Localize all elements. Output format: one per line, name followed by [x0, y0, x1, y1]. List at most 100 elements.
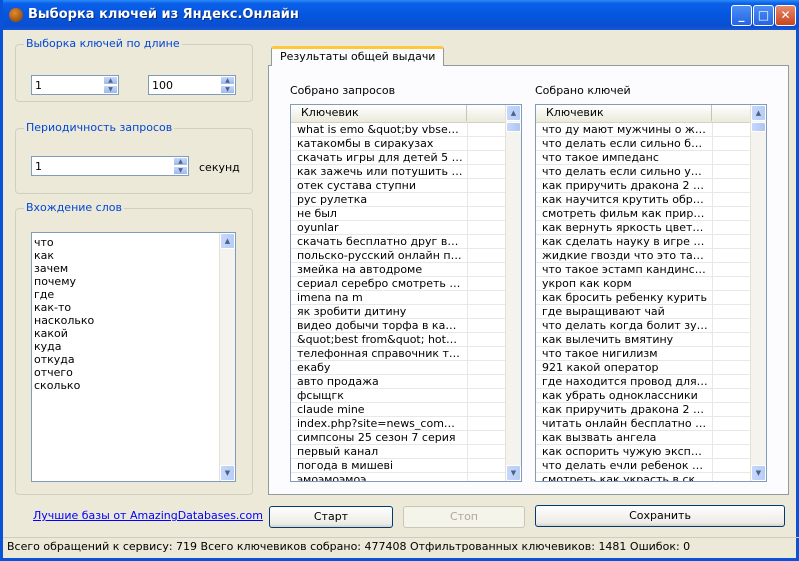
- table-row[interactable]: симпсоны 25 сезон 7 серия: [291, 431, 505, 445]
- table-row[interactable]: что делать если сильно удари...: [536, 165, 750, 179]
- scroll-up-icon[interactable]: ▲: [751, 105, 766, 121]
- table-row[interactable]: читать онлайн бесплатно как ...: [536, 417, 750, 431]
- table-row[interactable]: змейка на автодроме: [291, 263, 505, 277]
- table-row[interactable]: как убрать одноклассники: [536, 389, 750, 403]
- table-row[interactable]: скачать игры для детей 5 лет ...: [291, 151, 505, 165]
- table-row[interactable]: видео добычи торфа в калини...: [291, 319, 505, 333]
- tab-general-results[interactable]: Результаты общей выдачи: [271, 46, 445, 66]
- max-length-spinner[interactable]: 100 ▲ ▼: [148, 75, 236, 95]
- table-row[interactable]: imena na m: [291, 291, 505, 305]
- table-row[interactable]: фсыщгк: [291, 389, 505, 403]
- column-separator: [467, 445, 468, 458]
- table-row[interactable]: как приручить дракона 2 смо...: [536, 403, 750, 417]
- table-row[interactable]: что такое нигилизм: [536, 347, 750, 361]
- spin-up-icon[interactable]: ▲: [103, 76, 118, 85]
- table-row[interactable]: oyunlar: [291, 221, 505, 235]
- table-row[interactable]: телефонная справочник толья...: [291, 347, 505, 361]
- table-cell: что делать когда болит зуб м...: [542, 319, 708, 332]
- table-row[interactable]: смотреть фильм как приручи...: [536, 207, 750, 221]
- table-row[interactable]: &quot;best from&quot; hotaru pop...: [291, 333, 505, 347]
- stop-button[interactable]: Стоп: [403, 506, 525, 528]
- start-button[interactable]: Старт: [269, 506, 393, 528]
- table-row[interactable]: как бросить ребенку курить: [536, 291, 750, 305]
- table-row[interactable]: эмоэмоэмоэ: [291, 473, 505, 481]
- close-button[interactable]: ✕: [775, 5, 796, 26]
- save-button[interactable]: Сохранить: [535, 505, 785, 527]
- queries-scrollbar[interactable]: ▲ ▼: [505, 105, 521, 481]
- table-row[interactable]: катакомбы в сиракузах: [291, 137, 505, 151]
- table-row[interactable]: что ду мают мужчины о женск...: [536, 123, 750, 137]
- spin-down-icon[interactable]: ▼: [220, 85, 235, 94]
- table-cell: как вызвать ангела: [542, 431, 657, 444]
- table-row[interactable]: что делать когда болит зуб м...: [536, 319, 750, 333]
- table-row[interactable]: рус рулетка: [291, 193, 505, 207]
- table-cell: где находится провод для кпк...: [542, 375, 708, 388]
- keys-scrollbar[interactable]: ▲ ▼: [750, 105, 766, 481]
- table-row[interactable]: index.php?site=news_comments...: [291, 417, 505, 431]
- table-cell: что такое нигилизм: [542, 347, 658, 360]
- period-spinner[interactable]: 1 ▲ ▼: [31, 156, 189, 176]
- scroll-down-icon[interactable]: ▼: [506, 465, 521, 481]
- table-row[interactable]: не был: [291, 207, 505, 221]
- keys-grid[interactable]: Ключевик что ду мают мужчины о женск...ч…: [535, 104, 767, 482]
- column-separator: [467, 221, 468, 234]
- table-row[interactable]: как оспорить чужую экспертиз...: [536, 445, 750, 459]
- table-row[interactable]: где находится провод для кпк...: [536, 375, 750, 389]
- scroll-down-icon[interactable]: ▼: [751, 465, 766, 481]
- keys-column-header[interactable]: Ключевик: [536, 105, 712, 121]
- words-textarea[interactable]: что как зачем почему где как-то насколько какой…: [31, 232, 236, 482]
- amazingdatabases-link[interactable]: Лучшие базы от AmazingDatabases.com: [33, 509, 263, 522]
- column-separator: [467, 137, 468, 150]
- table-row[interactable]: claude mine: [291, 403, 505, 417]
- table-row[interactable]: what is emo &quot;by vbseo 3.6....: [291, 123, 505, 137]
- scroll-up-icon[interactable]: ▲: [506, 105, 521, 121]
- scroll-down-icon[interactable]: ▼: [220, 465, 235, 481]
- scroll-thumb[interactable]: [506, 122, 521, 132]
- table-row[interactable]: как зажечь или потушить праз...: [291, 165, 505, 179]
- table-row[interactable]: сериал серебро смотреть онл...: [291, 277, 505, 291]
- queries-grid[interactable]: Ключевик what is emo &quot;by vbseo 3.6.…: [290, 104, 522, 482]
- column-separator: [712, 319, 713, 332]
- minimize-button[interactable]: _: [731, 5, 752, 26]
- maximize-button[interactable]: □: [753, 5, 774, 26]
- scroll-thumb[interactable]: [751, 122, 766, 132]
- queries-column-header[interactable]: Ключевик: [291, 105, 467, 121]
- table-cell: сериал серебро смотреть онл...: [297, 277, 463, 290]
- table-row[interactable]: что делать ечли ребенок нем...: [536, 459, 750, 473]
- spin-down-icon[interactable]: ▼: [103, 85, 118, 94]
- table-row[interactable]: как вызвать ангела: [536, 431, 750, 445]
- scroll-up-icon[interactable]: ▲: [220, 233, 235, 249]
- table-row[interactable]: укроп как корм: [536, 277, 750, 291]
- table-row[interactable]: как вернуть яркость цветным...: [536, 221, 750, 235]
- table-row[interactable]: авто продажа: [291, 375, 505, 389]
- table-row[interactable]: як зробити дитину: [291, 305, 505, 319]
- table-row[interactable]: первый канал: [291, 445, 505, 459]
- table-row[interactable]: скачать бесплатно друг вокруг: [291, 235, 505, 249]
- table-row[interactable]: что такое импеданс: [536, 151, 750, 165]
- table-row[interactable]: отек сустава ступни: [291, 179, 505, 193]
- table-row[interactable]: что такое эстамп кандинского: [536, 263, 750, 277]
- table-cell: телефонная справочник толья...: [297, 347, 463, 360]
- table-row[interactable]: жидкие гвозди что это такое: [536, 249, 750, 263]
- title-bar[interactable]: Выборка ключей из Яндекс.Онлайн _ □ ✕: [3, 0, 799, 30]
- table-cell: первый канал: [297, 445, 379, 458]
- table-row[interactable]: что делать если сильно болит...: [536, 137, 750, 151]
- spin-up-icon[interactable]: ▲: [173, 157, 188, 166]
- table-row[interactable]: смотреть как украсть в скле...: [536, 473, 750, 481]
- min-length-spinner[interactable]: 1 ▲ ▼: [31, 75, 119, 95]
- table-row[interactable]: где выращивают чай: [536, 305, 750, 319]
- words-scrollbar[interactable]: ▲ ▼: [219, 233, 235, 481]
- spin-up-icon[interactable]: ▲: [220, 76, 235, 85]
- spin-down-icon[interactable]: ▼: [173, 166, 188, 175]
- table-row[interactable]: как приручить дракона 2 смо...: [536, 179, 750, 193]
- table-cell: что делать если сильно удари...: [542, 165, 708, 178]
- table-cell: как оспорить чужую экспертиз...: [542, 445, 708, 458]
- table-row[interactable]: как научится крутить обруч в...: [536, 193, 750, 207]
- table-row[interactable]: погода в мишеві: [291, 459, 505, 473]
- table-row[interactable]: екабу: [291, 361, 505, 375]
- table-row[interactable]: как сделать науку в игре - k...: [536, 235, 750, 249]
- table-row[interactable]: как вылечить вмятину: [536, 333, 750, 347]
- table-row[interactable]: 921 какой оператор: [536, 361, 750, 375]
- table-row[interactable]: польско-русский онлайн пере...: [291, 249, 505, 263]
- column-separator: [467, 207, 468, 220]
